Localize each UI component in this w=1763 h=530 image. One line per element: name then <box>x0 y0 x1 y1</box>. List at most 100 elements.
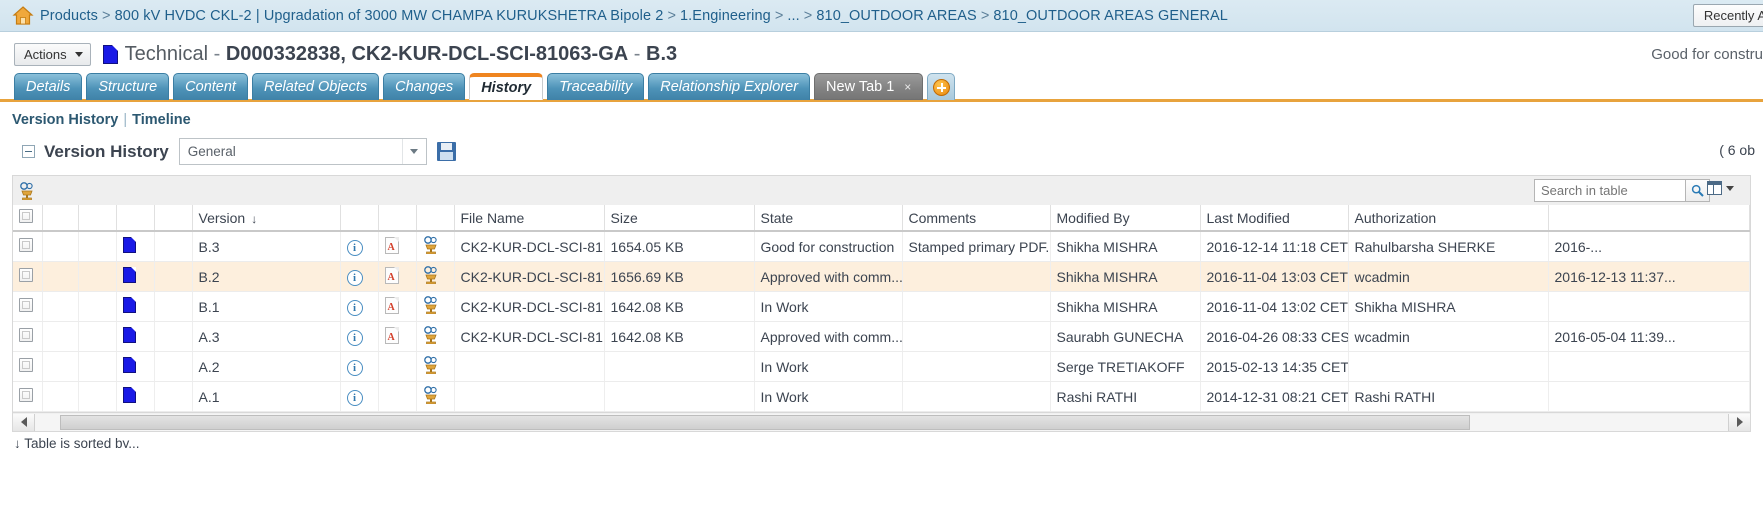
row-stamp-cell[interactable] <box>416 321 455 352</box>
col-authorization[interactable]: Authorization <box>1348 205 1549 232</box>
col-blank-7[interactable] <box>378 205 417 232</box>
horizontal-scrollbar[interactable] <box>12 413 1751 432</box>
recently-accessed-button[interactable]: Recently A <box>1692 4 1763 27</box>
scroll-left-icon[interactable] <box>13 413 35 431</box>
breadcrumb-item-5[interactable]: 810_OUTDOOR AREAS GENERAL <box>993 8 1228 24</box>
row-checkbox[interactable] <box>19 328 33 342</box>
col-modified-by[interactable]: Modified By <box>1050 205 1201 232</box>
row-pdf-cell[interactable] <box>378 351 417 382</box>
col-size[interactable]: Size <box>604 205 755 232</box>
row-checkbox[interactable] <box>19 298 33 312</box>
add-tab-button[interactable] <box>927 73 956 100</box>
col-blank-3[interactable] <box>116 205 155 232</box>
row-pdf-cell[interactable] <box>378 231 417 262</box>
row-select-cell[interactable] <box>13 381 43 412</box>
col-blank-4[interactable] <box>154 205 193 232</box>
stamp-icon[interactable] <box>423 296 440 315</box>
table-row[interactable]: A.3 i CK2-KUR-DCL-SCI-81...1642.08 KBAppro… <box>13 321 1750 352</box>
table-row[interactable]: B.2 i CK2-KUR-DCL-SCI-81...1656.69 KBAppro… <box>13 261 1750 292</box>
collapse-toggle-icon[interactable] <box>22 145 35 158</box>
stamp-icon[interactable] <box>423 386 440 405</box>
info-icon[interactable]: i <box>346 299 363 316</box>
tab-changes[interactable]: Changes <box>383 73 466 100</box>
row-stamp-cell[interactable] <box>416 231 455 262</box>
pdf-icon[interactable] <box>384 326 399 344</box>
row-file-name[interactable]: CK2-KUR-DCL-SCI-81... <box>454 261 605 292</box>
stamp-icon[interactable] <box>423 266 440 285</box>
stamp-icon[interactable] <box>423 326 440 345</box>
row-doc-icon-cell[interactable] <box>116 291 155 322</box>
scroll-right-icon[interactable] <box>1728 413 1750 431</box>
col-comments[interactable]: Comments <box>902 205 1051 232</box>
info-icon[interactable]: i <box>346 359 363 376</box>
tab-details[interactable]: Details <box>14 73 83 100</box>
breadcrumb-item-2[interactable]: 1.Engineering <box>680 8 771 24</box>
row-checkbox[interactable] <box>19 238 33 252</box>
col-file-name[interactable]: File Name <box>454 205 605 232</box>
row-modified-by[interactable]: Serge TRETIAKOFF <box>1050 351 1201 382</box>
row-file-name[interactable] <box>454 381 605 412</box>
row-info-cell[interactable]: i <box>340 231 379 262</box>
row-checkbox[interactable] <box>19 388 33 402</box>
row-stamp-cell[interactable] <box>416 291 455 322</box>
chevron-down-icon[interactable] <box>401 139 426 164</box>
select-all-checkbox[interactable] <box>19 209 33 223</box>
col-blank-1[interactable] <box>42 205 79 232</box>
row-select-cell[interactable] <box>13 321 43 352</box>
table-settings-button[interactable] <box>1707 181 1734 195</box>
row-checkbox[interactable] <box>19 268 33 282</box>
col-blank-16[interactable] <box>1548 205 1750 232</box>
row-select-cell[interactable] <box>13 351 43 382</box>
stamp-icon[interactable] <box>423 356 440 375</box>
col-version[interactable]: Version ↓ <box>192 205 341 232</box>
pdf-icon[interactable] <box>384 236 399 254</box>
row-info-cell[interactable]: i <box>340 261 379 292</box>
row-info-cell[interactable]: i <box>340 291 379 322</box>
row-pdf-cell[interactable] <box>378 291 417 322</box>
pdf-icon[interactable] <box>384 266 399 284</box>
row-info-cell[interactable]: i <box>340 351 379 382</box>
row-select-cell[interactable] <box>13 231 43 262</box>
row-file-name[interactable]: CK2-KUR-DCL-SCI-81... <box>454 321 605 352</box>
stamp-icon[interactable] <box>19 181 36 200</box>
row-doc-icon-cell[interactable] <box>116 261 155 292</box>
tab-new-tab-1[interactable]: New Tab 1 × <box>814 73 924 100</box>
info-icon[interactable]: i <box>346 329 363 346</box>
row-stamp-cell[interactable] <box>416 351 455 382</box>
row-pdf-cell[interactable] <box>378 261 417 292</box>
row-modified-by[interactable]: Shikha MISHRA <box>1050 231 1201 262</box>
col-blank-8[interactable] <box>416 205 455 232</box>
row-select-cell[interactable] <box>13 261 43 292</box>
select-all-header[interactable] <box>13 205 43 232</box>
breadcrumb-item-0[interactable]: Products <box>40 8 98 24</box>
row-select-cell[interactable] <box>13 291 43 322</box>
col-last-modified[interactable]: Last Modified <box>1200 205 1349 232</box>
row-stamp-cell[interactable] <box>416 261 455 292</box>
row-checkbox[interactable] <box>19 358 33 372</box>
stamp-icon[interactable] <box>423 236 440 255</box>
breadcrumb-item-ellipsis[interactable]: ... <box>787 8 799 24</box>
col-blank-6[interactable] <box>340 205 379 232</box>
subnav-version-history[interactable]: Version History <box>12 112 118 128</box>
row-modified-by[interactable]: Rashi RATHI <box>1050 381 1201 412</box>
home-icon[interactable] <box>12 5 34 27</box>
close-icon[interactable]: × <box>904 80 911 94</box>
row-modified-by[interactable]: Shikha MISHRA <box>1050 291 1201 322</box>
info-icon[interactable]: i <box>346 239 363 256</box>
info-icon[interactable]: i <box>346 269 363 286</box>
row-stamp-cell[interactable] <box>416 381 455 412</box>
tab-history[interactable]: History <box>469 73 544 100</box>
row-doc-icon-cell[interactable] <box>116 321 155 352</box>
tab-relationship-explorer[interactable]: Relationship Explorer <box>648 73 811 100</box>
row-file-name[interactable]: CK2-KUR-DCL-SCI-81... <box>454 291 605 322</box>
row-file-name[interactable]: CK2-KUR-DCL-SCI-81... <box>454 231 605 262</box>
breadcrumb-item-4[interactable]: 810_OUTDOOR AREAS <box>816 8 976 24</box>
row-doc-icon-cell[interactable] <box>116 351 155 382</box>
pdf-icon[interactable] <box>384 296 399 314</box>
row-doc-icon-cell[interactable] <box>116 231 155 262</box>
table-row[interactable]: B.1 i CK2-KUR-DCL-SCI-81...1642.08 KBIn Wo… <box>13 291 1750 322</box>
tab-content[interactable]: Content <box>173 73 248 100</box>
view-select[interactable]: General <box>178 138 427 165</box>
row-pdf-cell[interactable] <box>378 321 417 352</box>
tab-traceability[interactable]: Traceability <box>547 73 645 100</box>
